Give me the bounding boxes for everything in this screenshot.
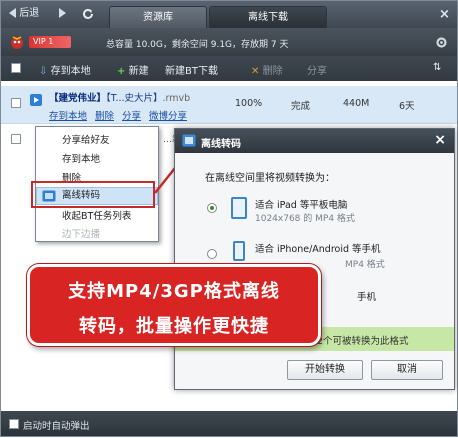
dialog-header: 离线转码 × [175, 129, 454, 153]
task-toolbar: ⇩ 存到本地 + 新建 新建BT下载 ✕ 删除 分享 ⇅ [1, 56, 457, 81]
file-name-part: 【T...史大片】 [106, 93, 163, 104]
tab-offline-download[interactable]: 离线下载 [209, 6, 327, 28]
option-label: 适合 iPad 等平板电脑 [255, 200, 348, 211]
task-row[interactable]: 【建党伟业】【T...史大片】.rmvb 存到本地 删除 分享 微博分享 100% 完… [1, 86, 457, 124]
option-sublabel: MP4 格式 [345, 260, 385, 270]
autopopup-label: 启动时自动弹出 [23, 421, 90, 432]
dialog-title: 离线转码 [201, 139, 241, 150]
close-window-button[interactable]: × [439, 7, 450, 22]
plus-icon: + [117, 66, 126, 77]
storage-summary: 总容量 10.0G，剩余空间 9.1G，存放期 7 天 [106, 40, 289, 50]
select-all-checkbox[interactable] [11, 63, 21, 73]
tab-label: 资源库 [143, 12, 173, 23]
row-checkbox[interactable] [11, 134, 21, 144]
size-cell: 440M [343, 98, 370, 109]
option-label: 手机 [357, 292, 377, 303]
vip-status-bar: VIP 1 总容量 10.0G，剩余空间 9.1G，存放期 7 天 [1, 28, 457, 56]
radio-button[interactable] [207, 203, 217, 213]
start-transcode-button[interactable]: 开始转换 [287, 360, 363, 380]
forward-button[interactable] [59, 7, 66, 21]
share-label: 分享 [307, 66, 327, 77]
new-bt-label: 新建BT下载 [165, 66, 218, 77]
sort-button[interactable]: ⇅ [433, 62, 441, 73]
menu-item-share-friend[interactable]: 分享给好友 [62, 132, 110, 146]
promo-banner: 支持MP4/3GP格式离线 转码，批量操作更快捷 [27, 264, 321, 346]
video-file-icon [30, 94, 42, 106]
footer-bar: 启动时自动弹出 [1, 411, 457, 436]
option-sublabel: 1024x768 的 MP4 格式 [255, 214, 355, 224]
promo-line-1: 支持MP4/3GP格式离线 [68, 281, 280, 302]
action-delete[interactable]: 删除 [95, 111, 114, 122]
file-ext: .rmvb [162, 93, 191, 104]
save-local-label: 存到本地 [50, 66, 91, 77]
row-actions: 存到本地 删除 分享 微博分享 [49, 108, 195, 122]
back-button[interactable]: 后退 [9, 7, 39, 21]
close-icon: × [439, 7, 450, 22]
new-task-button[interactable]: + 新建 [117, 62, 149, 77]
save-local-button[interactable]: ⇩ 存到本地 [39, 62, 91, 77]
back-label: 后退 [19, 8, 40, 19]
app-window: 后退 资源库 离线下载 × VIP 1 总容量 10.0G，剩余空间 9.1G，… [0, 0, 458, 437]
promo-line-2: 转码，批量操作更快捷 [79, 316, 269, 337]
autopopup-checkbox[interactable] [9, 419, 19, 429]
delete-x-icon: ✕ [251, 66, 260, 77]
download-icon: ⇩ [39, 66, 48, 77]
forward-arrow-icon [59, 8, 66, 18]
thunder-mascot-icon [11, 36, 23, 49]
menu-item-play-while-downloading: 边下边播 [62, 229, 101, 240]
status-cell: 完成 [291, 101, 311, 112]
radio-button[interactable] [207, 249, 217, 259]
transcode-icon [182, 134, 196, 147]
action-share[interactable]: 分享 [122, 111, 141, 122]
top-nav-bar: 后退 资源库 离线下载 × [1, 1, 457, 28]
cancel-button[interactable]: 取消 [371, 360, 443, 380]
option-ipad[interactable]: 适合 iPad 等平板电脑 1024x768 的 MP4 格式 [205, 197, 445, 227]
tab-resource-library[interactable]: 资源库 [109, 6, 207, 28]
option-label: 适合 iPhone/Android 等手机 [255, 244, 381, 255]
row-checkbox[interactable] [11, 98, 21, 108]
progress-cell: 100% [235, 98, 263, 109]
phone-icon [233, 241, 245, 261]
menu-item-save-local[interactable]: 存到本地 [62, 151, 100, 165]
sort-icon: ⇅ [433, 62, 442, 73]
new-bt-button[interactable]: 新建BT下载 [165, 62, 218, 77]
tab-label: 离线下载 [248, 12, 288, 23]
share-button[interactable]: 分享 [307, 62, 327, 77]
highlight-box [31, 181, 155, 208]
delete-label: 删除 [262, 66, 283, 77]
delete-button[interactable]: ✕ 删除 [251, 62, 283, 77]
transcode-dialog: 离线转码 × 在离线空间里将视频转换为： 适合 iPad 等平板电脑 1024x… [174, 128, 455, 390]
file-name[interactable]: 【建党伟业】【T...史大片】.rmvb [49, 90, 190, 104]
gear-icon[interactable] [435, 36, 448, 49]
hint-text: 2个可被转换为此格式 [317, 336, 409, 347]
refresh-icon [83, 8, 93, 19]
dialog-close-icon[interactable]: × [434, 132, 446, 148]
days-cell: 6天 [399, 101, 415, 112]
dialog-question: 在离线空间里将视频转换为： [205, 173, 335, 184]
back-arrow-icon [9, 8, 16, 18]
menu-item-collapse-bt[interactable]: 收起BT任务列表 [62, 208, 131, 222]
new-task-label: 新建 [128, 66, 149, 77]
action-save-local[interactable]: 存到本地 [49, 111, 87, 122]
file-name-part: 【建党伟业】 [49, 93, 107, 104]
refresh-button[interactable] [81, 7, 95, 21]
vip-badge: VIP 1 [29, 36, 71, 48]
action-weibo-share[interactable]: 微博分享 [149, 111, 187, 122]
tablet-icon [231, 197, 247, 219]
